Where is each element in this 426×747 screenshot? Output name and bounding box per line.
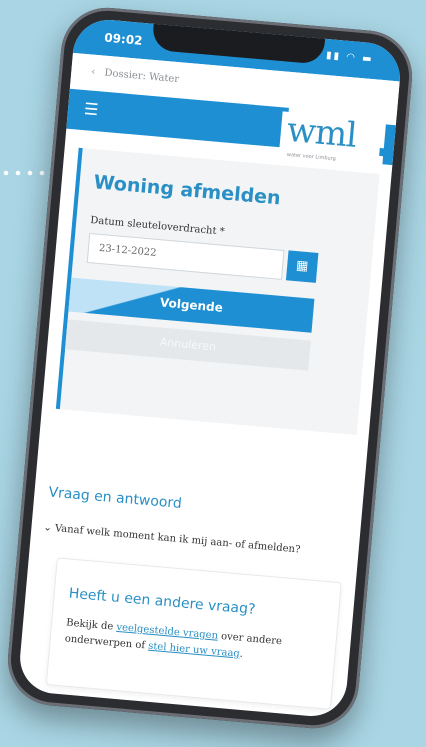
status-icons: ▮▮ ◠ ▬: [326, 50, 374, 65]
phone-mockup: 09:02 ▮▮ ◠ ▬ ‹ Dossier: Water ☰ wml wate…: [4, 3, 416, 733]
breadcrumb-label: Dossier: Water: [104, 67, 180, 86]
faq-title: Vraag en antwoord: [47, 484, 183, 513]
question-text: Bekijk de veelgestelde vragen over ander…: [64, 615, 324, 669]
deregister-form-card: Woning afmelden Datum sleuteloverdracht …: [55, 147, 380, 436]
calendar-icon: ▦: [295, 258, 309, 275]
signal-icon: ▮▮: [325, 49, 342, 63]
chevron-left-icon: ‹: [90, 66, 96, 78]
question-title: Heeft u een andere vraag?: [68, 585, 257, 618]
ask-question-link[interactable]: stel hier uw vraag: [148, 641, 241, 660]
phone-notch: [151, 19, 326, 65]
wifi-icon: ◠: [345, 51, 358, 64]
faq-item-label: Vanaf welk moment kan ik mij aan- of afm…: [54, 523, 301, 556]
question-prefix: Bekijk de: [65, 617, 117, 633]
page-title: Woning afmelden: [92, 171, 282, 210]
calendar-button[interactable]: ▦: [285, 250, 319, 283]
other-question-card: Heeft u een andere vraag? Bekijk de veel…: [45, 557, 342, 710]
wml-logo[interactable]: wml water voor Limburg: [278, 109, 396, 170]
hamburger-menu-icon[interactable]: ☰: [83, 99, 99, 119]
question-suffix: .: [239, 648, 244, 660]
faq-item[interactable]: ⌄ Vanaf welk moment kan ik mij aan- of a…: [43, 522, 301, 555]
logo-text: wml: [285, 109, 358, 156]
status-time: 09:02: [103, 30, 144, 48]
date-input[interactable]: 23-12-2022: [86, 232, 285, 280]
logo-bar: [382, 124, 396, 166]
phone-screen: 09:02 ▮▮ ◠ ▬ ‹ Dossier: Water ☰ wml wate…: [17, 16, 403, 720]
battery-icon: ▬: [361, 53, 374, 66]
